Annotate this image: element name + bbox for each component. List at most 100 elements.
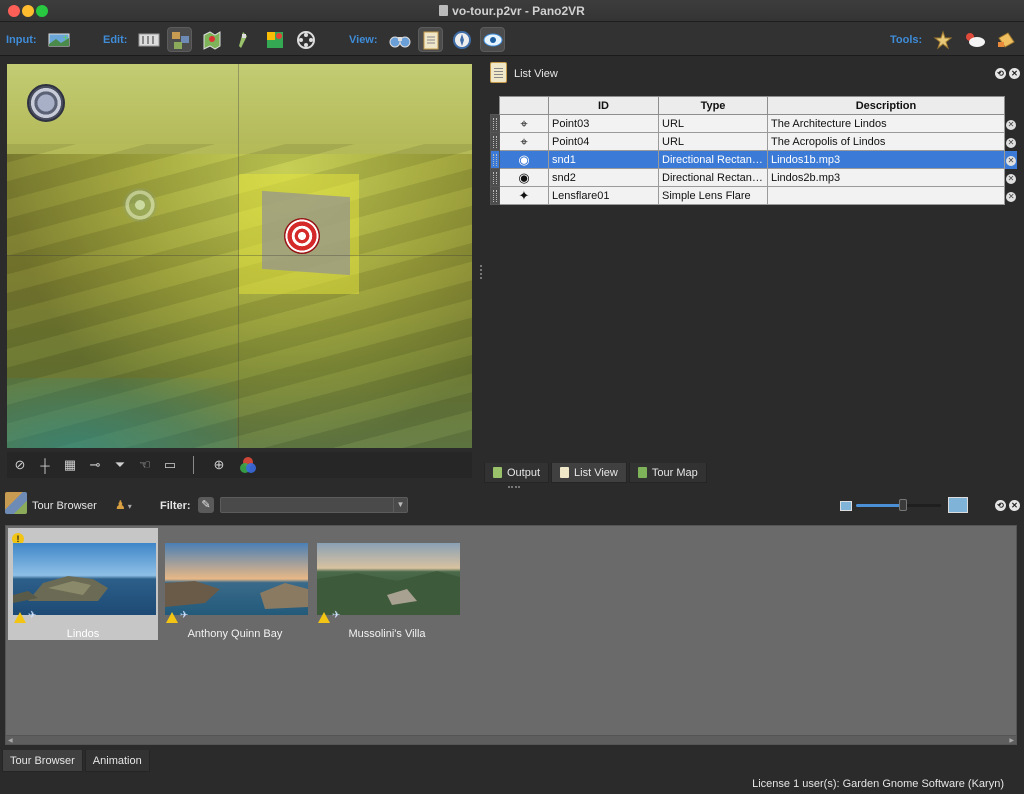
cell-type[interactable]: Directional Rectang... (658, 168, 768, 187)
point-hotspot-icon: ⌖ (499, 114, 549, 133)
sound-hotspot-faded-icon[interactable] (123, 188, 157, 222)
target-tool-icon[interactable]: ⊕ (210, 456, 228, 474)
cell-description[interactable]: Lindos1b.mp3 (767, 150, 1005, 169)
close-panel-icon[interactable]: ✕ (1009, 68, 1020, 79)
list-view-header: List View ⟲ ✕ (488, 62, 1024, 86)
binoculars-icon[interactable] (387, 27, 412, 52)
node-thumbnail (317, 543, 460, 615)
table-row[interactable]: ◉ snd2 Directional Rectang... Lindos2b.m… (490, 168, 1018, 187)
table-row[interactable]: ⌖ Point04 URL The Acropolis of Lindos ✕ (490, 132, 1018, 151)
row-delete-button[interactable]: ✕ (1004, 114, 1018, 133)
column-header-type[interactable]: Type (658, 96, 768, 115)
properties-icon[interactable] (136, 27, 161, 52)
row-drag-handle[interactable] (490, 114, 500, 133)
zoom-slider-knob[interactable] (899, 499, 907, 511)
tour-map-icon[interactable] (199, 27, 224, 52)
row-drag-handle[interactable] (490, 150, 500, 169)
header-icon (499, 96, 549, 115)
undock-icon[interactable]: ⟲ (995, 68, 1006, 79)
tools-wand-icon[interactable] (930, 27, 955, 52)
row-drag-handle[interactable] (490, 186, 500, 205)
close-panel-icon[interactable]: ✕ (1009, 500, 1020, 511)
row-drag-handle[interactable] (490, 132, 500, 151)
list-view-clipboard-icon (490, 62, 507, 83)
cell-description[interactable]: Lindos2b.mp3 (767, 168, 1005, 187)
row-drag-handle[interactable] (490, 168, 500, 187)
tab-tour-browser[interactable]: Tour Browser (2, 750, 83, 772)
color-circles-icon[interactable] (239, 456, 257, 474)
row-delete-button[interactable]: ✕ (1004, 186, 1018, 205)
cell-id[interactable]: Point04 (548, 132, 659, 151)
row-delete-button[interactable]: ✕ (1004, 150, 1018, 169)
tour-node-lindos[interactable]: ! ✈ Lindos (8, 528, 158, 640)
flashlight-tool-icon[interactable]: ⊸ (86, 456, 104, 474)
sound-hotspot-icon[interactable] (27, 84, 65, 122)
tab-tour-map[interactable]: Tour Map (628, 463, 707, 483)
cell-type[interactable]: Directional Rectang... (658, 150, 768, 169)
cell-id[interactable]: Point03 (548, 114, 659, 133)
hand-tool-icon[interactable]: ☜ (136, 456, 154, 474)
vertical-splitter[interactable] (480, 265, 482, 279)
tour-browser-area[interactable]: ! ✈ Lindos ✈ Anthony Quinn Bay ✈ Mussoli… (5, 525, 1017, 745)
undock-icon[interactable]: ⟲ (995, 500, 1006, 511)
cell-description[interactable]: The Architecture Lindos (767, 114, 1005, 133)
table-row[interactable]: ⌖ Point03 URL The Architecture Lindos ✕ (490, 114, 1018, 133)
scroll-left-icon[interactable]: ◀ (8, 737, 13, 744)
satellite-icon: ✈ (180, 610, 189, 621)
scroll-right-icon[interactable]: ▶ (1009, 737, 1014, 744)
list-view-tab-icon (560, 467, 570, 478)
filter-dropdown-button[interactable]: ▼ (393, 498, 407, 512)
compass-tool-icon[interactable]: ⊘ (11, 456, 29, 474)
cell-id[interactable]: snd2 (548, 168, 659, 187)
input-panorama-icon[interactable]: + (46, 27, 71, 52)
funnel-tool-icon[interactable]: ⏷ (111, 456, 129, 474)
eye-viewer-icon[interactable] (480, 27, 505, 52)
panorama-viewer[interactable] (7, 64, 472, 448)
cell-description[interactable] (767, 186, 1005, 205)
zoom-small-thumb-icon (840, 501, 852, 511)
filter-input[interactable] (220, 497, 408, 513)
tour-browser-icon[interactable] (167, 27, 192, 52)
tab-list-view[interactable]: List View (551, 463, 627, 483)
tab-animation[interactable]: Animation (84, 750, 150, 772)
horizontal-splitter[interactable] (508, 486, 520, 488)
filter-tag-icon[interactable]: ✎ (198, 497, 214, 513)
column-header-id[interactable]: ID (548, 96, 659, 115)
right-panel-tabs: Output List View Tour Map (484, 463, 707, 483)
cell-id[interactable]: snd1 (548, 150, 659, 169)
view-label: View: (349, 34, 378, 46)
tools-bucket-icon[interactable] (993, 27, 1018, 52)
cell-type[interactable]: Simple Lens Flare (658, 186, 768, 205)
selected-sound-hotspot-icon[interactable] (284, 218, 320, 254)
user-menu-icon[interactable]: ♟ (115, 498, 132, 512)
animation-reel-icon[interactable] (293, 27, 318, 52)
viewer-toolbar: ⊘ ┼ ▦ ⊸ ⏷ ☜ ▭ ⊕ (7, 452, 472, 478)
cell-type[interactable]: URL (658, 132, 768, 151)
list-view-icon[interactable] (418, 27, 443, 52)
tab-output[interactable]: Output (484, 463, 550, 483)
image-tool-icon[interactable]: ▭ (161, 456, 179, 474)
satellite-icon: ✈ (28, 610, 37, 621)
point-hotspot-icon: ⌖ (499, 132, 549, 151)
cell-type[interactable]: URL (658, 114, 768, 133)
tour-node-mussolinis-villa[interactable]: ✈ Mussolini's Villa (312, 528, 462, 640)
crosshair-tool-icon[interactable]: ┼ (36, 456, 54, 474)
compass-icon[interactable] (449, 27, 474, 52)
grid-tool-icon[interactable]: ▦ (61, 456, 79, 474)
cell-id[interactable]: Lensflare01 (548, 186, 659, 205)
cell-description[interactable]: The Acropolis of Lindos (767, 132, 1005, 151)
patch-icon[interactable] (230, 27, 255, 52)
table-row[interactable]: ✦ Lensflare01 Simple Lens Flare ✕ (490, 186, 1018, 205)
delete-icon: ✕ (1006, 119, 1016, 130)
input-label: Input: (6, 34, 37, 46)
row-delete-button[interactable]: ✕ (1004, 132, 1018, 151)
horizontal-scrollbar[interactable]: ◀ ▶ (6, 735, 1016, 744)
row-delete-button[interactable]: ✕ (1004, 168, 1018, 187)
list-view-title: List View (514, 68, 558, 80)
google-maps-icon[interactable] (262, 27, 287, 52)
tools-cloud-icon[interactable] (962, 27, 987, 52)
tour-node-anthony-quinn-bay[interactable]: ✈ Anthony Quinn Bay (160, 528, 310, 640)
table-row-selected[interactable]: ◉ snd1 Directional Rectang... Lindos1b.m… (490, 150, 1018, 169)
title-bar: vo-tour.p2vr - Pano2VR (0, 0, 1024, 22)
column-header-description[interactable]: Description (767, 96, 1005, 115)
